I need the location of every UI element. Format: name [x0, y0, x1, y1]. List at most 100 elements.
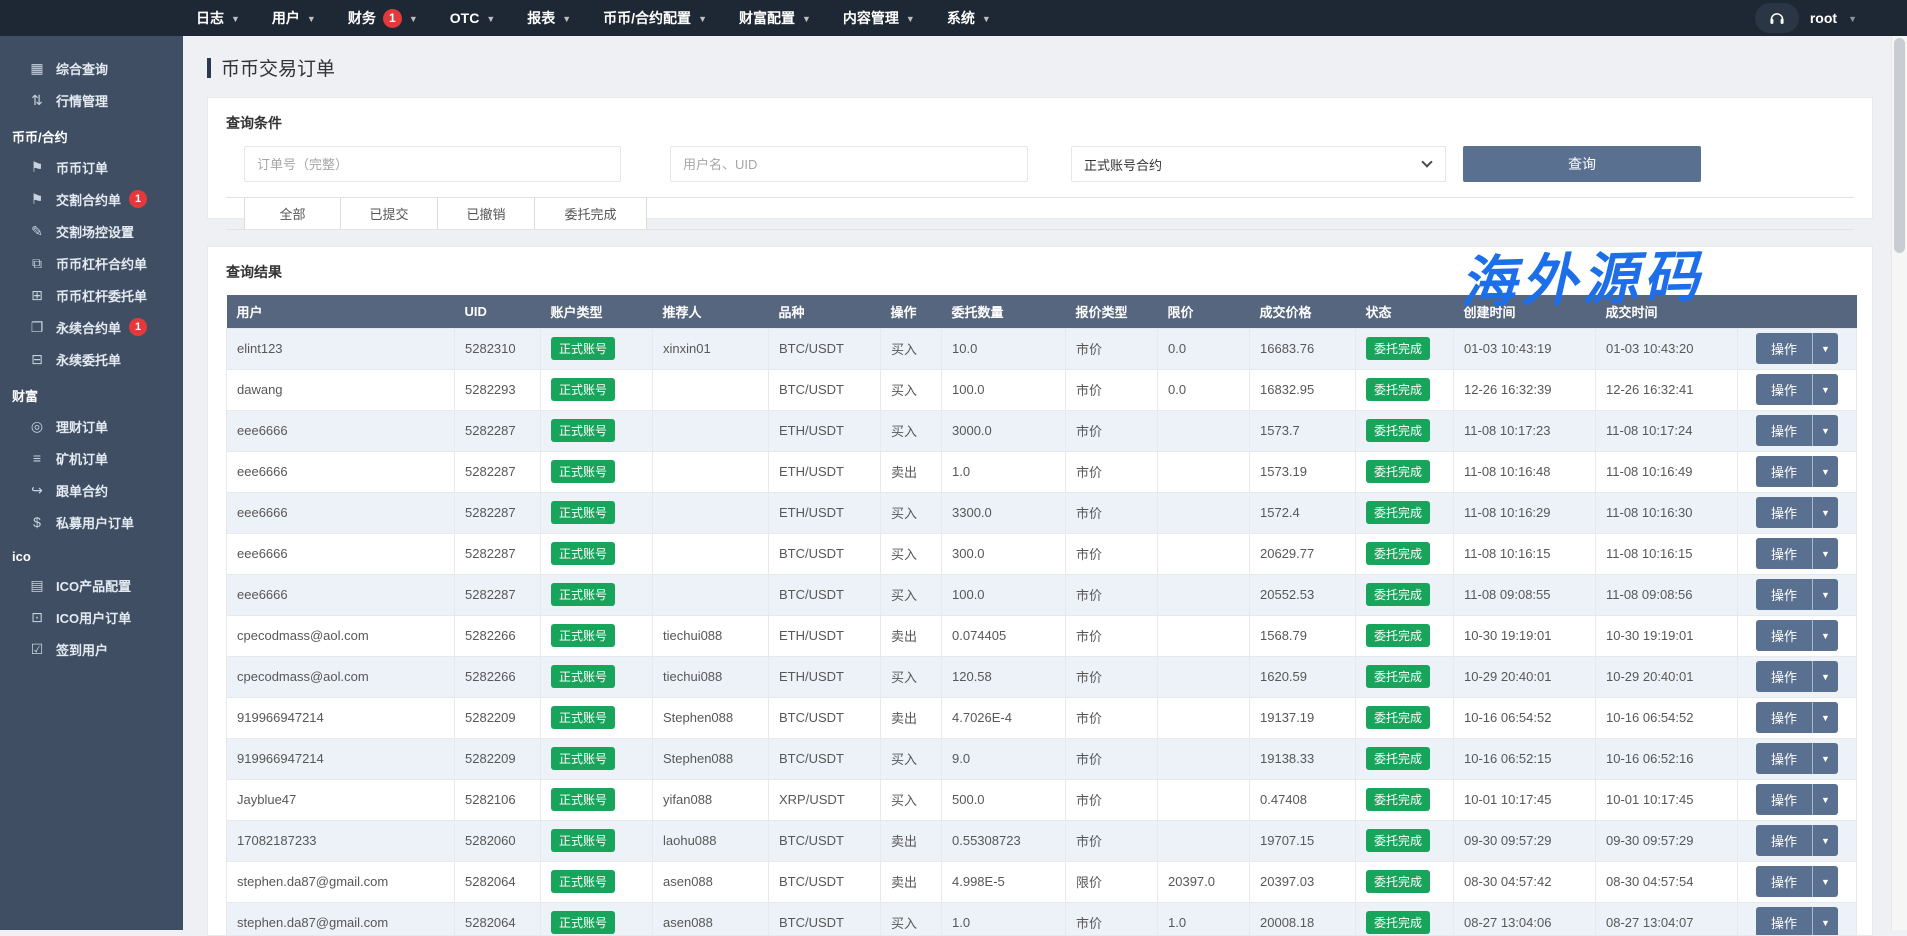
scrollbar-thumb[interactable]: [1894, 38, 1905, 253]
row-action-button[interactable]: 操作▼: [1756, 743, 1838, 774]
username[interactable]: root: [1810, 10, 1837, 26]
row-action-button[interactable]: 操作▼: [1756, 702, 1838, 733]
account-type-badge: 正式账号: [551, 501, 615, 524]
action-button-label[interactable]: 操作: [1756, 538, 1813, 569]
chevron-down-icon[interactable]: ▼: [1813, 456, 1838, 487]
nav-menu-7[interactable]: 财富配置▼: [739, 8, 811, 28]
chevron-down-icon[interactable]: ▼: [1813, 702, 1838, 733]
doc-minus-icon: ⊟: [27, 351, 47, 368]
scrollbar[interactable]: [1891, 36, 1907, 930]
row-action-button[interactable]: 操作▼: [1756, 579, 1838, 610]
chevron-down-icon[interactable]: ▼: [1813, 374, 1838, 405]
nav-menu-label: 报表: [527, 8, 555, 28]
nav-menu-3[interactable]: 财务1▼: [348, 8, 418, 28]
cell-dealt-at: 11-08 10:16:30: [1596, 492, 1738, 533]
nav-menu-9[interactable]: 系统▼: [947, 8, 991, 28]
action-button-label[interactable]: 操作: [1756, 456, 1813, 487]
chevron-down-icon[interactable]: ▼: [1813, 620, 1838, 651]
chevron-down-icon[interactable]: ▼: [1813, 784, 1838, 815]
sidebar-item-19[interactable]: ☑签到用户: [0, 633, 183, 665]
sidebar-item-8[interactable]: ⊞币币杠杆委托单: [0, 279, 183, 311]
action-button-label[interactable]: 操作: [1756, 579, 1813, 610]
user-search-input[interactable]: [670, 146, 1028, 182]
row-action-button[interactable]: 操作▼: [1756, 374, 1838, 405]
row-action-button[interactable]: 操作▼: [1756, 907, 1838, 936]
cell-dealt-at: 11-08 10:16:15: [1596, 533, 1738, 574]
row-action-button[interactable]: 操作▼: [1756, 497, 1838, 528]
status-tab-2[interactable]: 已提交: [341, 198, 438, 229]
sidebar-item-15[interactable]: $私募用户订单: [0, 506, 183, 538]
row-action-button[interactable]: 操作▼: [1756, 415, 1838, 446]
sidebar-item-label: 永续委托单: [56, 350, 121, 369]
chevron-down-icon[interactable]: ▼: [1813, 415, 1838, 446]
nav-menu-1[interactable]: 日志▼: [196, 8, 240, 28]
cell-dealt-at: 10-30 19:19:01: [1596, 615, 1738, 656]
chevron-down-icon[interactable]: ▼: [1813, 907, 1838, 936]
orders-table: 用户UID账户类型推荐人品种操作委托数量报价类型限价成交价格状态创建时间成交时间…: [226, 295, 1857, 936]
row-action-button[interactable]: 操作▼: [1756, 538, 1838, 569]
headset-icon[interactable]: [1755, 3, 1799, 33]
chevron-down-icon[interactable]: ▼: [1813, 497, 1838, 528]
action-button-label[interactable]: 操作: [1756, 907, 1813, 936]
column-header: 操作: [881, 295, 942, 328]
status-tab-1[interactable]: 全部: [244, 198, 341, 229]
order-id-input[interactable]: [244, 146, 621, 182]
status-tab-4[interactable]: 委托完成: [535, 198, 647, 229]
row-action-button[interactable]: 操作▼: [1756, 866, 1838, 897]
cell-limit-price: 0.0: [1158, 369, 1250, 410]
notification-badge: 1: [129, 190, 147, 208]
action-button-label[interactable]: 操作: [1756, 825, 1813, 856]
sidebar-item-18[interactable]: ⊡ICO用户订单: [0, 601, 183, 633]
nav-menu-8[interactable]: 内容管理▼: [843, 8, 915, 28]
cell-limit-price: 1.0: [1158, 902, 1250, 936]
chevron-down-icon[interactable]: ▼: [1813, 333, 1838, 364]
action-button-label[interactable]: 操作: [1756, 702, 1813, 733]
status-tab-3[interactable]: 已撤销: [438, 198, 535, 229]
chevron-down-icon[interactable]: ▼: [1813, 579, 1838, 610]
row-action-button[interactable]: 操作▼: [1756, 784, 1838, 815]
action-button-label[interactable]: 操作: [1756, 497, 1813, 528]
action-button-label[interactable]: 操作: [1756, 333, 1813, 364]
nav-menu-6[interactable]: 币币/合约配置▼: [603, 8, 707, 28]
action-button-label[interactable]: 操作: [1756, 743, 1813, 774]
sidebar-item-17[interactable]: ▤ICO产品配置: [0, 569, 183, 601]
sidebar-item-10[interactable]: ⊟ 永续委托单: [0, 343, 183, 375]
sidebar-item-5[interactable]: ⚑交割合约单1: [0, 183, 183, 215]
row-action-button[interactable]: 操作▼: [1756, 333, 1838, 364]
action-button-label[interactable]: 操作: [1756, 374, 1813, 405]
action-button-label[interactable]: 操作: [1756, 784, 1813, 815]
row-action-button[interactable]: 操作▼: [1756, 456, 1838, 487]
chevron-down-icon[interactable]: ▼: [1813, 866, 1838, 897]
nav-menu-4[interactable]: OTC▼: [450, 10, 495, 26]
sidebar-item-12[interactable]: ◎理财订单: [0, 410, 183, 442]
chevron-down-icon[interactable]: ▼: [1813, 661, 1838, 692]
sidebar-item-4[interactable]: ⚑币币订单: [0, 151, 183, 183]
cell-uid: 5282287: [455, 533, 541, 574]
cell-price-type: 市价: [1066, 615, 1158, 656]
sidebar-item-7[interactable]: ⧉币币杠杆合约单: [0, 247, 183, 279]
search-button[interactable]: 查询: [1463, 146, 1701, 182]
sidebar-item-1[interactable]: ▦综合查询: [0, 52, 183, 84]
row-action-button[interactable]: 操作▼: [1756, 661, 1838, 692]
sidebar-item-14[interactable]: ↪跟单合约: [0, 474, 183, 506]
nav-menu-5[interactable]: 报表▼: [527, 8, 571, 28]
action-button-label[interactable]: 操作: [1756, 620, 1813, 651]
action-button-label[interactable]: 操作: [1756, 866, 1813, 897]
chevron-down-icon[interactable]: ▼: [1813, 825, 1838, 856]
chevron-down-icon[interactable]: ▼: [1813, 538, 1838, 569]
cell-pair: BTC/USDT: [769, 820, 881, 861]
chevron-down-icon[interactable]: ▼: [1813, 743, 1838, 774]
cell-user: dawang: [227, 369, 455, 410]
row-action-button[interactable]: 操作▼: [1756, 620, 1838, 651]
sidebar-item-9[interactable]: ❐永续合约单1: [0, 311, 183, 343]
sidebar-item-6[interactable]: ✎交割场控设置: [0, 215, 183, 247]
table-row: eee66665282287正式账号BTC/USDT买入100.0市价20552…: [227, 574, 1857, 615]
user-menu[interactable]: root ▼: [1755, 0, 1857, 36]
sidebar-item-13[interactable]: ≡矿机订单: [0, 442, 183, 474]
account-type-select[interactable]: 正式账号合约: [1071, 146, 1446, 182]
sidebar-item-2[interactable]: ⇅行情管理: [0, 84, 183, 116]
row-action-button[interactable]: 操作▼: [1756, 825, 1838, 856]
nav-menu-2[interactable]: 用户▼: [272, 8, 316, 28]
action-button-label[interactable]: 操作: [1756, 661, 1813, 692]
action-button-label[interactable]: 操作: [1756, 415, 1813, 446]
